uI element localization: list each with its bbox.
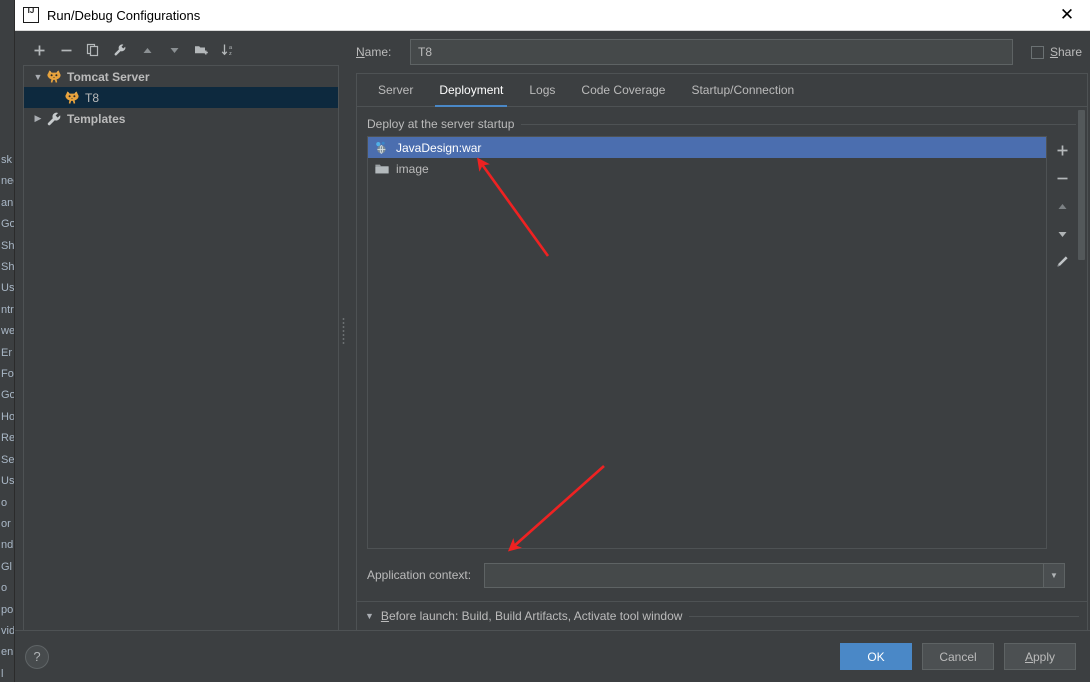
before-launch-twisty-icon[interactable]: ▼ xyxy=(365,611,374,621)
dialog-body: a z ▼ Tomcat Server T8 ▶ Templates Name:… xyxy=(15,31,1090,630)
move-down-button[interactable] xyxy=(162,39,186,61)
create-folder-button[interactable] xyxy=(189,39,213,61)
tree-item-tomcat-server[interactable]: ▼ Tomcat Server xyxy=(24,66,338,87)
remove-artifact-button[interactable] xyxy=(1051,168,1073,188)
chevron-right-icon[interactable]: ▶ xyxy=(30,113,46,124)
configuration-details-pane: Name: Share ServerDeploymentLogsCode Cov… xyxy=(348,31,1090,630)
name-label: Name: xyxy=(356,45,410,59)
chevron-down-icon[interactable]: ▼ xyxy=(30,72,46,82)
deploy-area: JavaDesign:war image xyxy=(367,136,1077,549)
dialog-title: Run/Debug Configurations xyxy=(47,7,201,23)
scrollbar-thumb[interactable] xyxy=(1078,110,1085,260)
tab-server[interactable]: Server xyxy=(365,74,426,106)
intellij-idea-icon xyxy=(23,6,39,23)
cancel-button[interactable]: Cancel xyxy=(922,643,994,670)
share-label: Share xyxy=(1049,45,1082,59)
deploy-group-title: Deploy at the server startup xyxy=(367,117,1077,131)
application-context-label: Application context: xyxy=(367,568,472,582)
configurations-toolbar: a z xyxy=(23,37,339,63)
add-artifact-button[interactable] xyxy=(1051,140,1073,160)
help-button[interactable]: ? xyxy=(25,644,49,669)
before-launch-section[interactable]: ▼ Before launch: Build, Build Artifacts,… xyxy=(356,602,1088,630)
artifact-icon xyxy=(374,140,392,156)
tomcat-cat-icon xyxy=(64,90,81,106)
tab-startup-connection[interactable]: Startup/Connection xyxy=(678,74,807,106)
close-icon[interactable]: ✕ xyxy=(1044,0,1090,31)
tree-item-t8[interactable]: T8 xyxy=(24,87,338,108)
copy-configuration-button[interactable] xyxy=(81,39,105,61)
configurations-tree[interactable]: ▼ Tomcat Server T8 ▶ Templates xyxy=(23,65,339,630)
edit-artifact-button[interactable] xyxy=(1051,252,1073,272)
configuration-tab-card: Server Deployment Logs Code Coverage Startup… xyxy=(356,73,1088,602)
ok-button[interactable]: OK xyxy=(840,643,912,670)
before-launch-rule xyxy=(689,615,1079,617)
svg-text:z: z xyxy=(229,51,232,57)
add-configuration-button[interactable] xyxy=(27,39,51,61)
tab-code-coverage[interactable]: Code Coverage xyxy=(568,74,678,106)
move-up-button[interactable] xyxy=(135,39,159,61)
deployment-item-label: JavaDesign:war xyxy=(396,140,482,155)
tab-logs[interactable]: Logs xyxy=(516,74,568,106)
deployment-list-item[interactable]: image xyxy=(368,158,1046,179)
configurations-pane: a z ▼ Tomcat Server T8 ▶ Templates xyxy=(15,31,339,630)
name-input[interactable] xyxy=(410,39,1013,65)
tree-item-label: Tomcat Server xyxy=(67,69,150,84)
application-context-row: Application context: ▼ xyxy=(367,549,1077,601)
group-title-rule xyxy=(521,123,1077,125)
deployment-list-item[interactable]: JavaDesign:war xyxy=(368,137,1046,158)
before-launch-label: Before launch: Build, Build Artifacts, A… xyxy=(380,609,683,623)
deployment-tab-content: Deploy at the server startup JavaDesign:… xyxy=(357,107,1087,601)
deployment-list-toolbar xyxy=(1047,136,1077,549)
sort-button[interactable]: a z xyxy=(216,39,240,61)
dialog-footer: ? OK Cancel Apply xyxy=(15,630,1090,682)
share-checkbox[interactable]: Share xyxy=(1030,45,1082,59)
share-checkbox-box[interactable] xyxy=(1030,45,1044,59)
tree-item-label: T8 xyxy=(85,90,100,105)
name-label-mnemonic: N xyxy=(356,45,365,59)
tree-item-label: Templates xyxy=(67,111,126,126)
run-debug-configurations-dialog: Run/Debug Configurations ✕ xyxy=(14,0,1090,682)
deployment-item-label: image xyxy=(396,161,429,176)
tab-deployment[interactable]: Deployment xyxy=(426,74,516,107)
tomcat-cat-icon xyxy=(46,69,63,85)
move-artifact-up-button[interactable] xyxy=(1051,196,1073,216)
dialog-title-bar: Run/Debug Configurations ✕ xyxy=(15,0,1090,31)
apply-button[interactable]: Apply xyxy=(1004,643,1076,670)
edit-templates-button[interactable] xyxy=(108,39,132,61)
application-context-combo[interactable]: ▼ xyxy=(484,562,1065,588)
chevron-down-icon[interactable]: ▼ xyxy=(1043,563,1064,587)
name-label-rest: ame: xyxy=(364,45,392,59)
move-artifact-down-button[interactable] xyxy=(1051,224,1073,244)
wrench-icon xyxy=(46,111,63,127)
remove-configuration-button[interactable] xyxy=(54,39,78,61)
deploy-group-title-text: Deploy at the server startup xyxy=(367,117,515,131)
folder-icon xyxy=(374,161,392,177)
configuration-tabs: Server Deployment Logs Code Coverage Startup… xyxy=(357,74,1087,107)
pane-splitter[interactable] xyxy=(339,31,348,630)
splitter-grip-icon xyxy=(342,316,345,345)
deployment-artifacts-list[interactable]: JavaDesign:war image xyxy=(367,136,1047,549)
name-row: Name: Share xyxy=(352,31,1090,73)
tab-content-scrollbar[interactable] xyxy=(1076,108,1087,601)
tree-item-templates[interactable]: ▶ Templates xyxy=(24,108,338,129)
